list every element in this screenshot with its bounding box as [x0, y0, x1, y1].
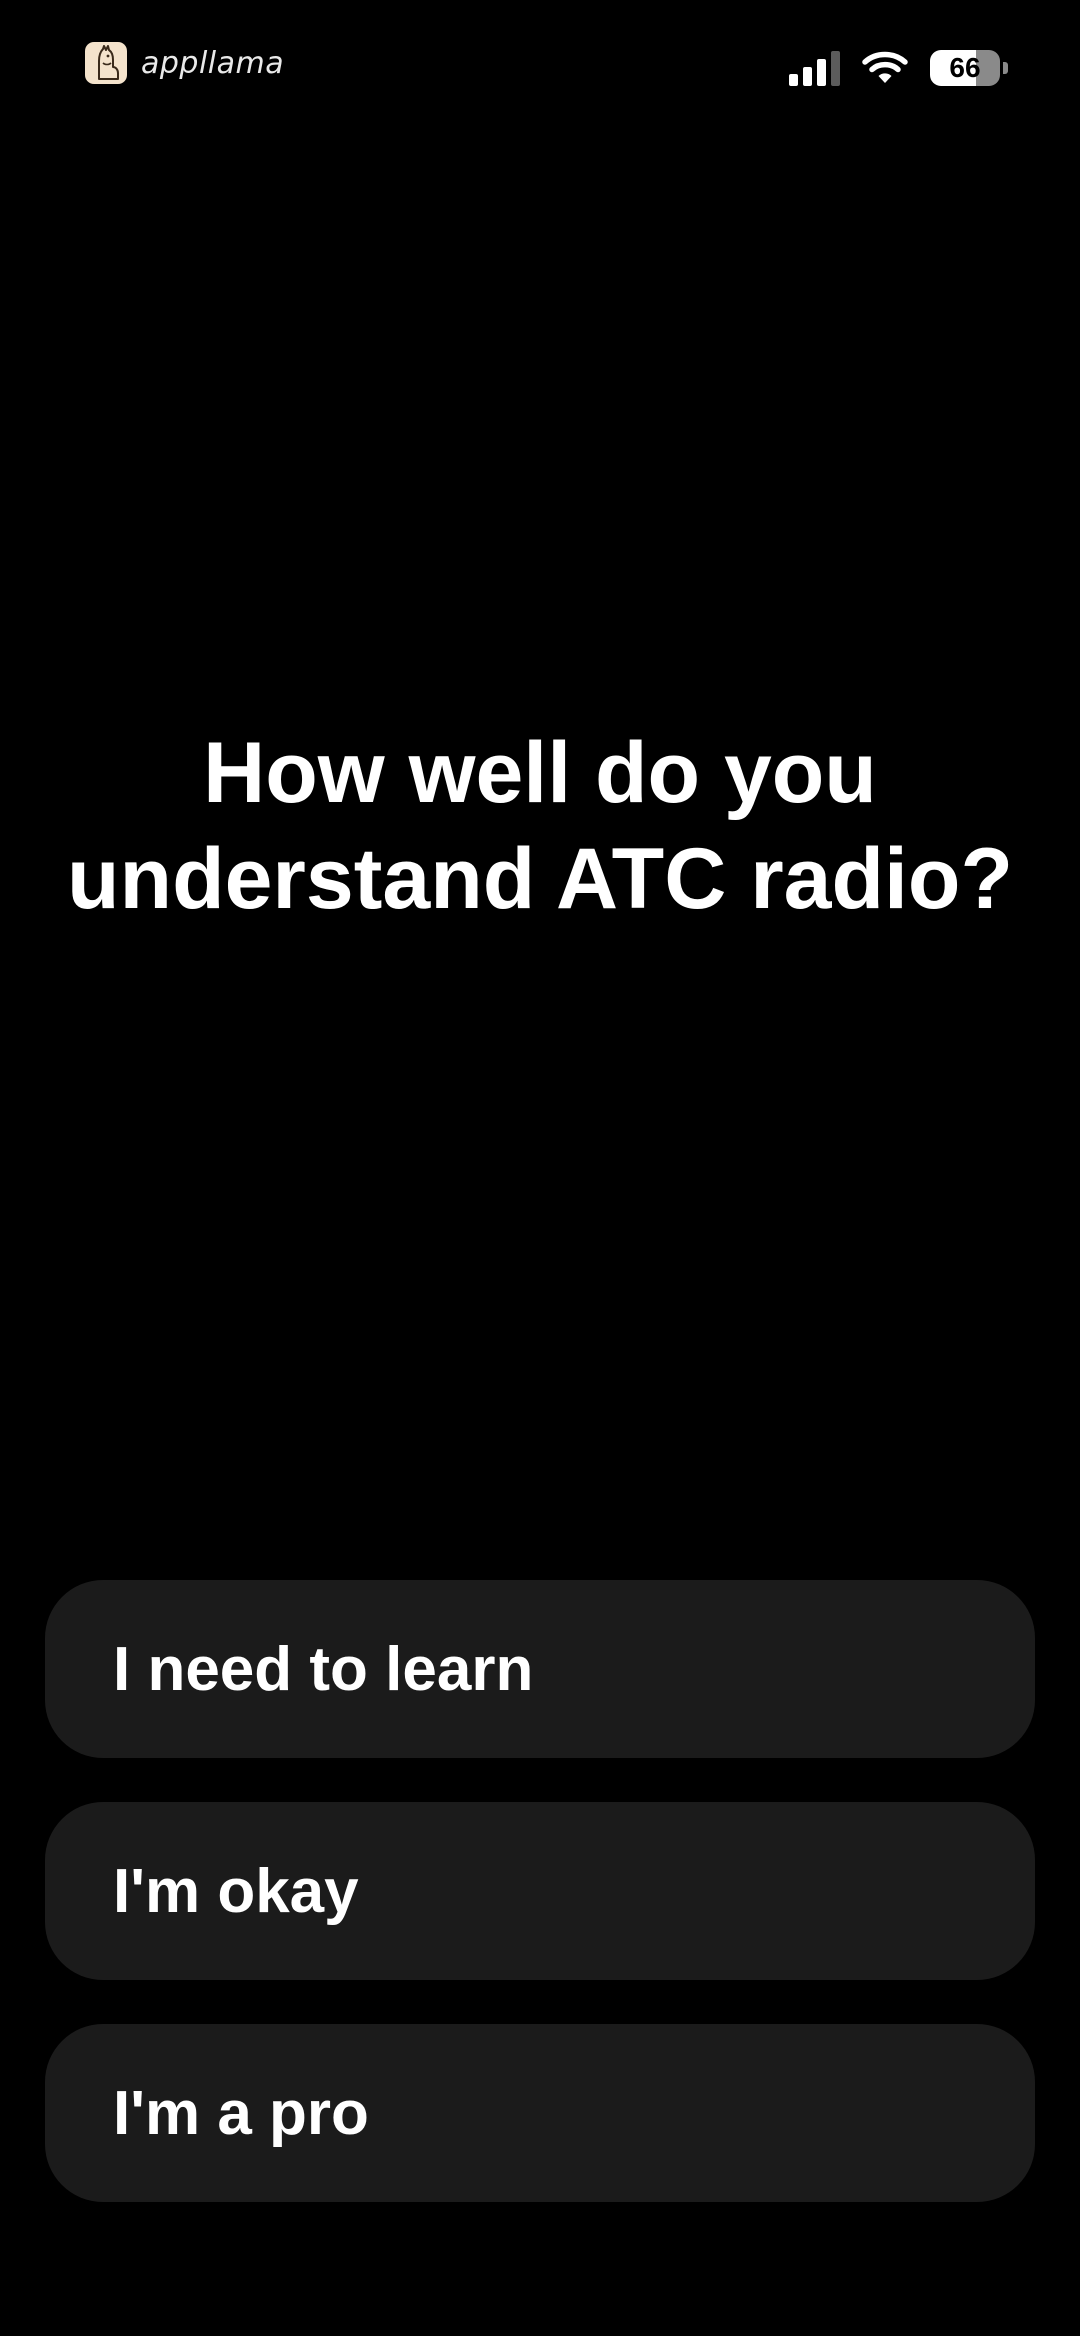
- status-indicators: 66: [789, 50, 1008, 86]
- brand: appllama: [85, 42, 284, 84]
- battery-level: 66: [930, 50, 1000, 86]
- wifi-icon: [862, 51, 908, 83]
- question-line-1: How well do you: [203, 725, 877, 821]
- option-need-to-learn-button[interactable]: I need to learn: [45, 1580, 1035, 1758]
- cellular-signal-icon: [789, 50, 840, 86]
- brand-name: appllama: [141, 45, 285, 81]
- llama-logo-icon: [85, 42, 127, 84]
- answer-options: I need to learn I'm okay I'm a pro: [45, 1580, 1035, 2202]
- battery-icon: 66: [930, 50, 1008, 86]
- question-line-2: understand ATC radio?: [67, 831, 1013, 927]
- page-title: How well do you understand ATC radio?: [0, 720, 1080, 932]
- option-pro-button[interactable]: I'm a pro: [45, 2024, 1035, 2202]
- status-bar: appllama 66: [0, 0, 1080, 140]
- option-okay-button[interactable]: I'm okay: [45, 1802, 1035, 1980]
